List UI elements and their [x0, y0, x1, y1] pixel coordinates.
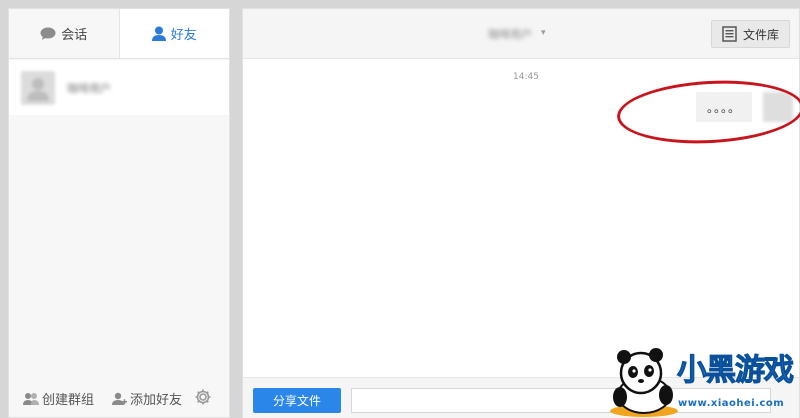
chat-bubble-icon — [40, 27, 56, 41]
tab-friends-label: 好友 — [170, 28, 197, 43]
chat-title[interactable]: 咖啡用户 — [488, 26, 532, 42]
annotation-circle — [615, 76, 800, 148]
person-icon — [151, 26, 166, 41]
tab-friends[interactable]: 好友 — [118, 9, 229, 58]
panel-tabs: 会话 好友 — [9, 9, 229, 59]
contact-name: 咖啡用户 — [67, 81, 111, 95]
tab-chats[interactable]: 会话 — [9, 9, 119, 58]
message-timestamp: 14:45 — [513, 72, 539, 82]
watermark-brand: 小黑游戏 — [677, 353, 795, 389]
gear-icon — [194, 388, 212, 406]
watermark-url: www.xiaohei.com — [678, 398, 785, 409]
add-friend-label: 添加好友 — [130, 393, 183, 408]
create-group-label: 创建群组 — [42, 393, 95, 408]
contact-item[interactable]: 咖啡用户 — [9, 60, 229, 115]
contacts-panel: 会话 好友 咖啡用户 创建群组 添加好友 — [8, 8, 230, 418]
add-friend-button[interactable]: 添加好友 — [112, 389, 182, 408]
add-person-icon — [112, 392, 127, 406]
chat-header: 咖啡用户 ▾ 文件库 — [243, 9, 799, 59]
file-library-button[interactable]: 文件库 — [711, 20, 790, 48]
contacts-footer: 创建群组 添加好友 — [9, 381, 229, 417]
file-library-label: 文件库 — [742, 27, 779, 42]
share-file-button[interactable]: 分享文件 — [253, 388, 341, 413]
tab-chats-label: 会话 — [61, 28, 88, 43]
watermark: 小黑游戏 www.xiaohei.com — [604, 345, 800, 418]
panda-logo-icon — [610, 348, 678, 417]
chevron-down-icon[interactable]: ▾ — [541, 28, 546, 38]
contact-avatar — [21, 70, 55, 105]
group-icon — [23, 392, 39, 406]
document-icon — [722, 26, 737, 42]
settings-button[interactable] — [194, 388, 215, 406]
create-group-button[interactable]: 创建群组 — [23, 389, 94, 408]
